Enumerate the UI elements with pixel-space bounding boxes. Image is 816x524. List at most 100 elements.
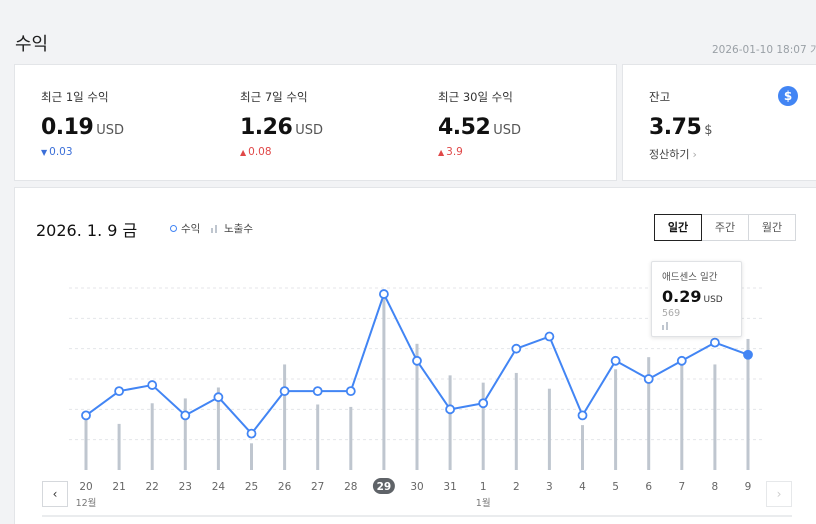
impression-bar [117,423,121,470]
impression-bar [481,382,485,470]
x-tick-label: 26 [278,481,292,493]
revenue-point [544,331,555,342]
x-tick-label: 4 [579,481,586,493]
impression-bar [382,295,386,470]
revenue-point [147,380,158,390]
impression-bar [250,443,253,470]
impression-bar [713,364,717,470]
triangle-down-icon: ▼ [41,148,48,157]
impression-bar [84,419,88,470]
revenue-point [643,374,654,384]
impression-bar [150,403,154,470]
tab-daily[interactable]: 일간 [654,214,702,241]
revenue-point [478,398,489,409]
x-tick-label: 27 [311,481,324,493]
x-tick-label: 2 [513,481,520,493]
tooltip-title: 애드센스 일간 [662,272,718,283]
chart-card: 2026. 1. 9 금 수익 노출수 일간 주간 월간 20 21 22 23 24 2… [14,187,816,524]
x-tick-label: 3 [546,481,553,493]
settle-link[interactable]: 정산하기 › [649,146,713,162]
impression-bar [316,404,320,470]
stat-change: ▼ 0.03 [41,146,73,158]
revenue-point [312,386,323,397]
stat-label: 최근 7일 수익 [240,90,308,104]
stat-1day: 최근 1일 수익 0.19 USD ▼ 0.03 [41,89,124,158]
revenue-point [743,349,753,360]
dollar-icon: $ [778,86,798,106]
impression-bar [514,372,518,470]
impression-bar [183,398,187,470]
balance-stat: 잔고 3.75 $ 정산하기 › [649,89,713,162]
impression-bar [581,425,584,470]
stat-30day: 최근 30일 수익 4.52 USD ▲ 3.9 [438,89,521,158]
tooltip-value: 0.29 [662,287,702,306]
chart-prev-button[interactable]: ‹ [42,481,68,507]
tooltip-unit: USD [703,295,723,305]
stat-label: 최근 1일 수익 [41,90,109,104]
x-tick-label: 31 [443,481,456,493]
stat-value: 4.52 [438,115,491,140]
balance-value: 3.75 [649,115,702,140]
x-tick-label: 8 [712,481,719,493]
revenue-point [246,428,257,439]
stat-change: ▲ 3.9 [438,146,463,158]
x-tick-label: 28 [344,481,357,493]
revenue-point [213,392,224,403]
x-tick-label: 6 [645,481,652,493]
bar-chart-icon [662,322,671,330]
x-tick-label: 29 [377,481,392,493]
stat-unit: USD [96,123,125,138]
month-label: 12월 [76,497,97,509]
impression-bar [448,375,452,470]
revenue-point [577,410,588,421]
impression-bar [283,364,287,470]
triangle-up-icon: ▲ [438,148,445,157]
stat-unit: USD [493,123,522,138]
x-tick-label: 22 [146,481,159,493]
revenue-point [180,410,191,421]
x-tick-label: 1 [480,481,487,493]
revenue-point [114,386,124,397]
revenue-point [445,404,456,415]
stat-7day: 최근 7일 수익 1.26 USD ▲ 0.08 [240,89,323,158]
stat-label: 최근 30일 수익 [438,90,513,104]
month-label: 1월 [476,497,491,509]
balance-card: 잔고 3.75 $ 정산하기 › $ [622,64,816,181]
revenue-point [610,355,621,366]
x-tick-label: 23 [179,481,192,493]
stat-change: ▲ 0.08 [240,146,272,158]
revenue-point [279,386,290,397]
x-tick-label: 5 [612,481,619,493]
stat-value: 0.19 [41,115,94,140]
x-tick-label: 9 [745,481,752,493]
revenue-point [412,355,422,366]
impression-bar [680,362,684,470]
revenue-point [345,386,356,397]
impression-bar [614,369,618,470]
page-title: 수익 [15,34,49,55]
x-tick-label: 7 [678,481,685,493]
chevron-right-icon: › [692,148,697,161]
x-tick-label: 20 [79,481,92,493]
summary-card: 최근 1일 수익 0.19 USD ▼ 0.03 최근 7일 수익 1.26 USD … [14,64,617,181]
stat-value: 1.26 [240,115,293,140]
stat-unit: USD [295,123,324,138]
revenue-point [378,289,389,299]
chevron-left-icon: ‹ [52,487,58,501]
revenue-point [81,410,91,421]
chart-next-button[interactable]: › [766,481,792,507]
x-tick-label: 24 [212,481,226,493]
chevron-right-icon: › [776,487,782,501]
impression-bar [547,388,551,470]
revenue-point [511,343,522,354]
impression-bar [349,406,353,470]
triangle-up-icon: ▲ [240,148,247,157]
balance-label: 잔고 [649,90,671,104]
x-tick-label: 30 [410,481,423,493]
revenue-point [676,355,687,366]
x-tick-label: 25 [245,481,258,493]
balance-unit: $ [704,123,713,138]
tooltip-impressions: 569 [662,308,681,319]
x-tick-label: 21 [112,481,125,493]
impression-bar [647,357,651,470]
